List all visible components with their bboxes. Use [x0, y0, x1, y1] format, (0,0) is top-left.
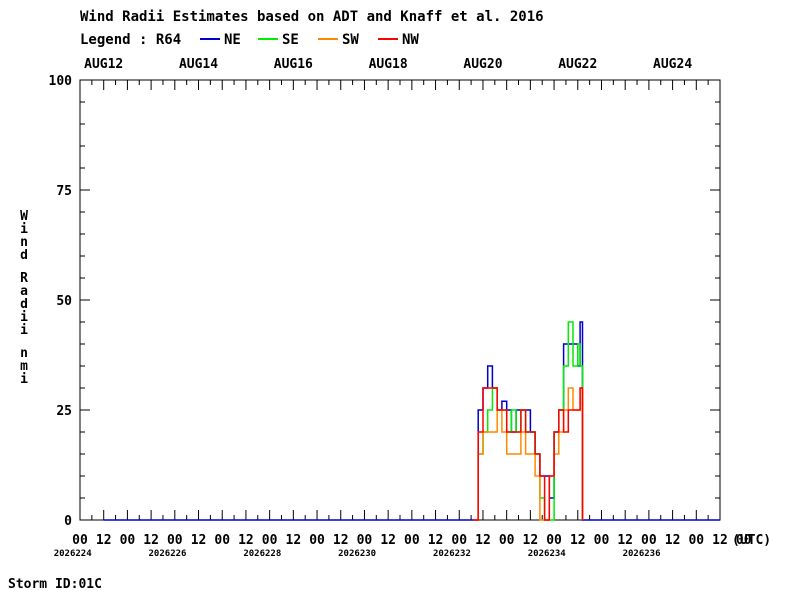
y-axis-label-char: i	[20, 372, 28, 387]
bottom-hour-label: 00	[309, 533, 325, 548]
legend-entry-se: SE	[282, 32, 299, 48]
y-tick-label: 0	[64, 514, 72, 529]
bottom-julian-label: 2026226	[149, 549, 187, 559]
series-line-se	[473, 321, 584, 521]
bottom-hour-label: 00	[641, 533, 657, 548]
bottom-hour-label: 12	[238, 533, 254, 548]
storm-id: Storm ID:01C	[8, 577, 102, 592]
x-axis-unit-label: (UTC)	[732, 533, 771, 548]
axis-ticks	[80, 79, 721, 521]
bottom-hour-label: 00	[120, 533, 136, 548]
y-tick-label: 25	[56, 404, 72, 419]
bottom-hour-label: 12	[617, 533, 633, 548]
bottom-hour-label: 00	[688, 533, 704, 548]
top-date-label: AUG14	[179, 57, 218, 72]
bottom-hour-label: 00	[594, 533, 610, 548]
bottom-hour-label: 00	[214, 533, 230, 548]
top-date-label: AUG16	[274, 57, 313, 72]
top-date-label: AUG12	[84, 57, 123, 72]
bottom-hour-label: 00	[546, 533, 562, 548]
y-axis-label-char: d	[20, 248, 28, 263]
bottom-hour-label: 00	[451, 533, 467, 548]
y-tick-label: 75	[56, 184, 72, 199]
legend-entry-sw: SW	[342, 32, 359, 48]
bottom-hour-label: 12	[333, 533, 349, 548]
bottom-hour-label: 12	[523, 533, 539, 548]
bottom-hour-label: 12	[96, 533, 112, 548]
bottom-hour-label: 12	[475, 533, 491, 548]
top-date-label: AUG18	[369, 57, 408, 72]
legend-entry-ne: NE	[224, 32, 241, 48]
bottom-hour-label: 00	[167, 533, 183, 548]
bottom-hour-label: 00	[262, 533, 278, 548]
bottom-hour-label: 00	[357, 533, 373, 548]
y-axis-label-char: i	[20, 323, 28, 338]
top-date-label: AUG24	[653, 57, 692, 72]
bottom-hour-label: 00	[72, 533, 88, 548]
bottom-julian-labels: 2026224 2026226 2026228 2026230 2026232 20262…	[54, 549, 661, 559]
y-tick-labels: 0 25 50 75 100	[49, 74, 73, 529]
bottom-hour-label: 12	[665, 533, 681, 548]
bottom-julian-label: 2026230	[338, 549, 376, 559]
bottom-hour-label: 00	[499, 533, 515, 548]
wind-radii-chart: Wind Radii Estimates based on ADT and Kn…	[8, 9, 771, 592]
bottom-hour-label: 12	[191, 533, 207, 548]
bottom-julian-label: 2026228	[243, 549, 281, 559]
series-line-sw	[473, 387, 584, 521]
top-date-label: AUG22	[558, 57, 597, 72]
bottom-julian-label: 2026232	[433, 549, 471, 559]
bottom-julian-label: 2026234	[528, 549, 567, 559]
top-date-labels: AUG12 AUG14 AUG16 AUG18 AUG20 AUG22 AUG24	[84, 57, 692, 72]
chart-title: Wind Radii Estimates based on ADT and Kn…	[80, 9, 544, 25]
bottom-hour-label: 12	[428, 533, 444, 548]
bottom-hour-labels: 00 12 00 12 00 12 00 12 00 12 00 12 00 12 00 12 00 12 00 12…	[72, 533, 752, 548]
bottom-hour-label: 12	[712, 533, 728, 548]
top-date-label: AUG20	[463, 57, 502, 72]
bottom-julian-label: 2026224	[54, 549, 93, 559]
bottom-hour-label: 12	[570, 533, 586, 548]
legend-label: Legend : R64	[80, 32, 181, 48]
bottom-hour-label: 00	[404, 533, 420, 548]
bottom-hour-label: 12	[143, 533, 159, 548]
y-tick-label: 100	[49, 74, 73, 89]
legend: NE SE SW NW	[200, 32, 419, 48]
y-axis-label: WindRadiinmi	[20, 209, 28, 387]
series-lines	[103, 321, 720, 521]
legend-entry-nw: NW	[402, 32, 419, 48]
bottom-hour-label: 12	[380, 533, 396, 548]
plot-frame	[79, 79, 721, 521]
bottom-hour-label: 12	[286, 533, 302, 548]
y-tick-label: 50	[56, 294, 72, 309]
series-line-ne	[103, 321, 720, 521]
bottom-julian-label: 2026236	[623, 549, 661, 559]
